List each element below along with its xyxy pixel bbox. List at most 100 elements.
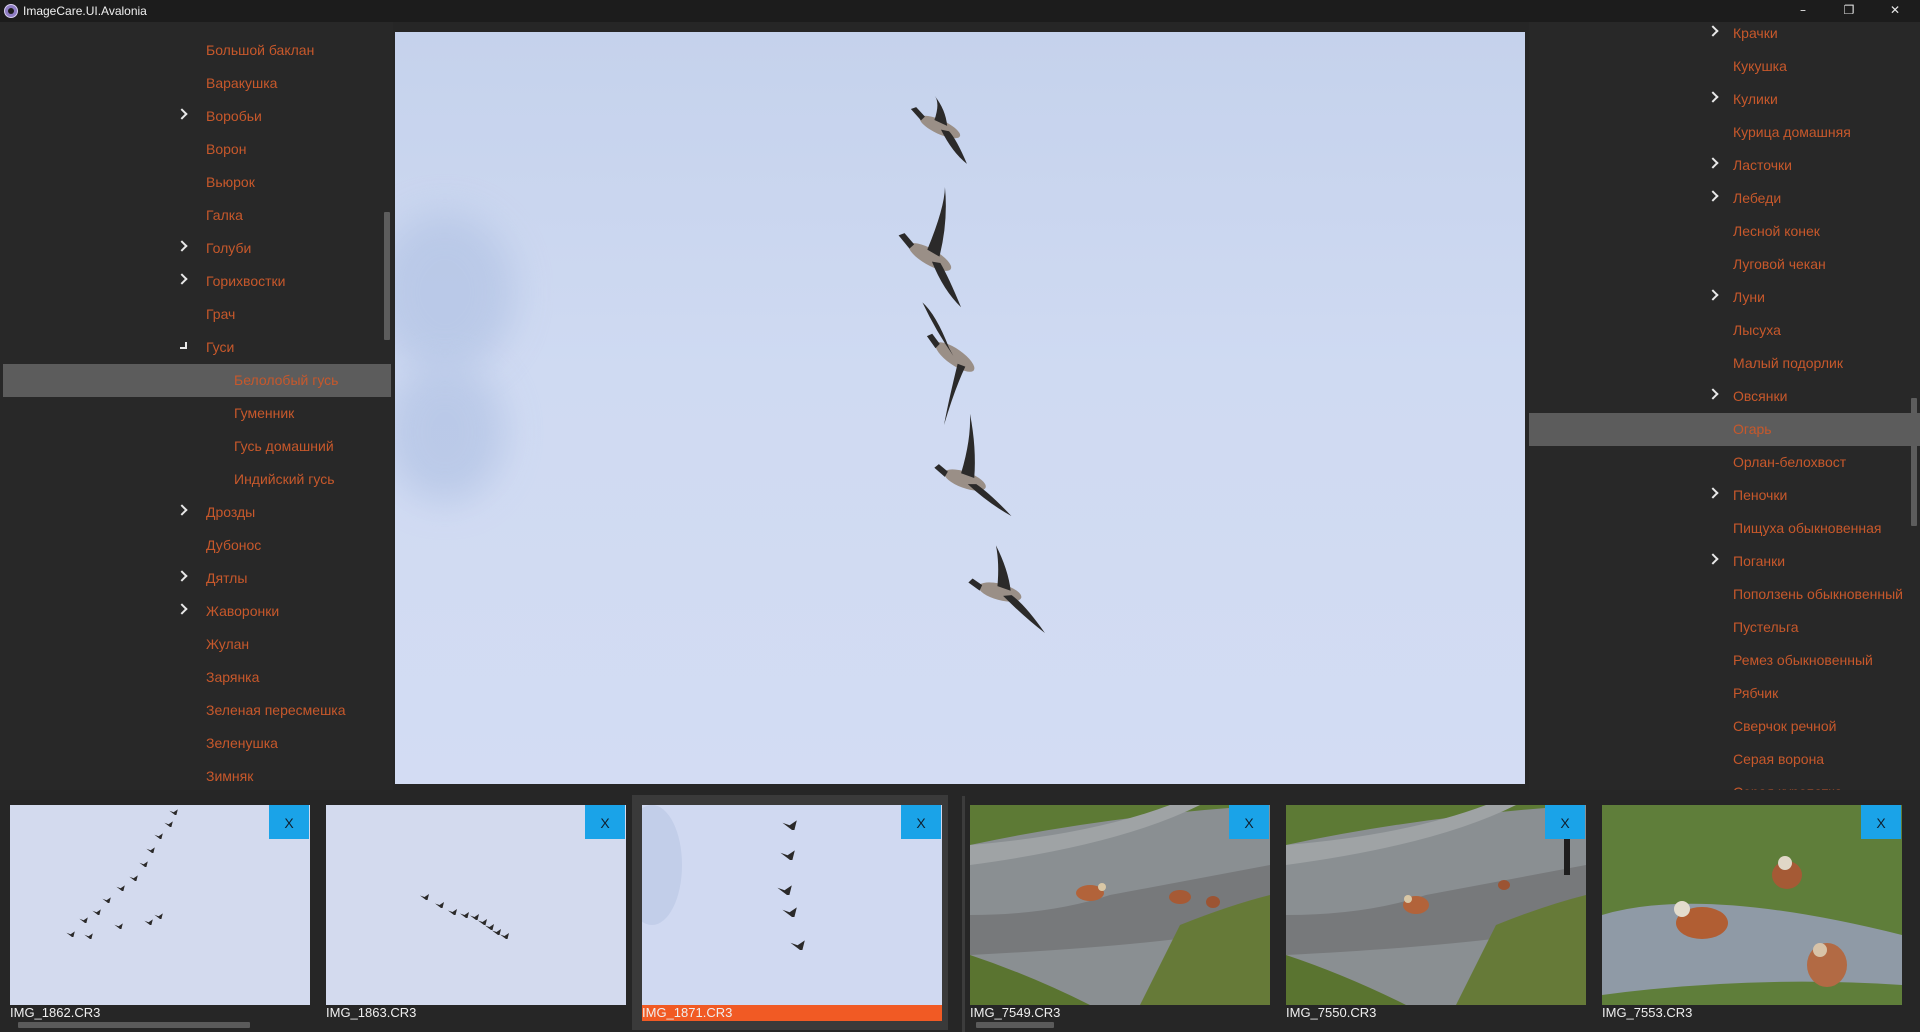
tree-item[interactable]: Луговой чекан [1529, 248, 1920, 281]
tree-item-label: Варакушка [206, 75, 278, 91]
tree-item[interactable]: Кулики [1529, 83, 1920, 116]
chevron-right-icon[interactable] [176, 273, 188, 285]
geese-photo [898, 95, 1045, 634]
image-viewer[interactable] [395, 32, 1525, 784]
tree-item-label: Малый подорлик [1733, 355, 1843, 371]
tree-item[interactable]: Голуби [0, 232, 391, 265]
tree-item[interactable]: Ремез обыкновенный [1529, 644, 1920, 677]
tree-item[interactable]: Вьюрок [0, 166, 391, 199]
tree-item[interactable]: Поганки [1529, 545, 1920, 578]
thumbnail-image[interactable] [326, 805, 626, 1005]
tree-item-label: Жаворонки [206, 603, 280, 619]
thumbnail-image[interactable] [642, 805, 942, 1005]
chevron-right-icon[interactable] [176, 603, 188, 615]
chevron-right-icon[interactable] [1707, 91, 1719, 103]
remove-thumbnail-button[interactable]: X [901, 805, 941, 839]
tree-item[interactable]: Лысуха [1529, 314, 1920, 347]
thumbnail-card[interactable]: X IMG_7550.CR3 [1276, 795, 1592, 1030]
tree-item[interactable]: Индийский гусь [0, 463, 391, 496]
tree-item[interactable]: Воробьи [0, 100, 391, 133]
right-category-tree[interactable]: Крачки Кукушка Кулики Курица домашняя Ласточ… [1529, 22, 1920, 790]
tree-item[interactable]: Рябчик [1529, 677, 1920, 710]
thumbnail-card[interactable]: X IMG_1863.CR3 [316, 795, 632, 1030]
tree-item[interactable]: Жулан [0, 628, 391, 661]
tree-item[interactable]: Жаворонки [0, 595, 391, 628]
tree-item[interactable]: Дрозды [0, 496, 391, 529]
tree-item[interactable]: Ласточки [1529, 149, 1920, 182]
tree-item[interactable]: Пищуха обыкновенная [1529, 512, 1920, 545]
tree-item[interactable]: Белолобый гусь [3, 364, 391, 397]
chevron-right-icon[interactable] [1707, 190, 1719, 202]
tree-item[interactable]: Лесной конек [1529, 215, 1920, 248]
tree-item[interactable]: Зеленушка [0, 727, 391, 760]
thumbnail-image[interactable] [10, 805, 310, 1005]
chevron-right-icon[interactable] [1707, 289, 1719, 301]
tree-item-label: Зарянка [206, 669, 260, 685]
tree-item-label: Рябчик [1733, 685, 1779, 701]
chevron-right-icon[interactable] [176, 504, 188, 516]
thumbnail-strip[interactable]: X IMG_1862.CR3 X IMG_1863.CR3 X IMG_1871.CR3 X… [0, 790, 1920, 1032]
tree-item[interactable]: Гуси [0, 331, 391, 364]
chevron-right-icon[interactable] [1707, 25, 1719, 37]
remove-thumbnail-button[interactable]: X [1861, 805, 1901, 839]
goose-silhouette [910, 95, 967, 164]
thumbnail-image[interactable] [1286, 805, 1586, 1005]
tree-item[interactable]: Малый подорлик [1529, 347, 1920, 380]
tree-item[interactable]: Горихвостки [0, 265, 391, 298]
chevron-right-icon[interactable] [176, 240, 188, 252]
tree-item[interactable]: Поползень обыкновенный [1529, 578, 1920, 611]
tree-item[interactable]: Орлан-белохвост [1529, 446, 1920, 479]
chevron-right-icon[interactable] [1707, 553, 1719, 565]
tree-item[interactable]: Зарянка [0, 661, 391, 694]
tree-item[interactable]: Серая ворона [1529, 743, 1920, 776]
tree-item[interactable]: Галка [0, 199, 391, 232]
tree-item-label: Серая куропатка [1733, 776, 1842, 790]
tree-item[interactable]: Зеленая пересмешка [0, 694, 391, 727]
tree-item-label: Луни [1733, 289, 1765, 305]
thumbnail-image[interactable] [1602, 805, 1902, 1005]
tree-item[interactable]: Лебеди [1529, 182, 1920, 215]
tree-item[interactable]: Гусь домашний [0, 430, 391, 463]
tree-item[interactable]: Дятлы [0, 562, 391, 595]
tree-item[interactable]: Гуменник [0, 397, 391, 430]
tree-item[interactable]: Кукушка [1529, 50, 1920, 83]
goose-silhouette [968, 545, 1045, 634]
tree-item[interactable]: Большой баклан [0, 34, 391, 67]
tree-item[interactable]: Зимняк [0, 760, 391, 790]
remove-thumbnail-button[interactable]: X [1229, 805, 1269, 839]
tree-item[interactable]: Грач [0, 298, 391, 331]
tree-item[interactable]: Овсянки [1529, 380, 1920, 413]
remove-thumbnail-button[interactable]: X [269, 805, 309, 839]
tree-item[interactable]: Огарь [1529, 413, 1920, 446]
chevron-right-icon[interactable] [176, 108, 188, 120]
thumbnail-card[interactable]: X IMG_1862.CR3 [0, 795, 316, 1030]
chevron-right-icon[interactable] [1707, 487, 1719, 499]
chevron-right-icon[interactable] [1707, 388, 1719, 400]
tree-item[interactable]: Курица домашняя [1529, 116, 1920, 149]
tree-item[interactable]: Варакушка [0, 67, 391, 100]
left-category-tree[interactable]: Большой баклан Варакушка Воробьи Ворон Вьюро… [0, 22, 393, 790]
tree-item-label: Ласточки [1733, 157, 1792, 173]
thumbnail-card[interactable]: X IMG_1871.CR3 [632, 795, 948, 1030]
thumbnail-card[interactable]: X IMG_7549.CR3 [960, 795, 1276, 1030]
thumbnail-image[interactable] [970, 805, 1270, 1005]
chevron-expanded-icon[interactable] [180, 342, 187, 349]
tree-item[interactable]: Ворон [0, 133, 391, 166]
chevron-right-icon[interactable] [176, 570, 188, 582]
close-button[interactable]: ✕ [1872, 0, 1918, 22]
tree-item[interactable]: Сверчок речной [1529, 710, 1920, 743]
restore-button[interactable]: ❐ [1826, 0, 1872, 22]
chevron-right-icon[interactable] [1707, 157, 1719, 169]
tree-item[interactable]: Крачки [1529, 22, 1920, 50]
remove-thumbnail-button[interactable]: X [585, 805, 625, 839]
tree-item[interactable]: Пустельга [1529, 611, 1920, 644]
minimize-button[interactable]: – [1780, 0, 1826, 22]
tree-item[interactable]: Дубонос [0, 529, 391, 562]
tree-item[interactable]: Луни [1529, 281, 1920, 314]
remove-thumbnail-button[interactable]: X [1545, 805, 1585, 839]
tree-item-label: Гуменник [234, 405, 295, 421]
tree-item-label: Большой баклан [206, 42, 315, 58]
thumbnail-card[interactable]: X IMG_7553.CR3 [1592, 795, 1908, 1030]
tree-item[interactable]: Пеночки [1529, 479, 1920, 512]
tree-item[interactable]: Серая куропатка [1529, 776, 1920, 790]
